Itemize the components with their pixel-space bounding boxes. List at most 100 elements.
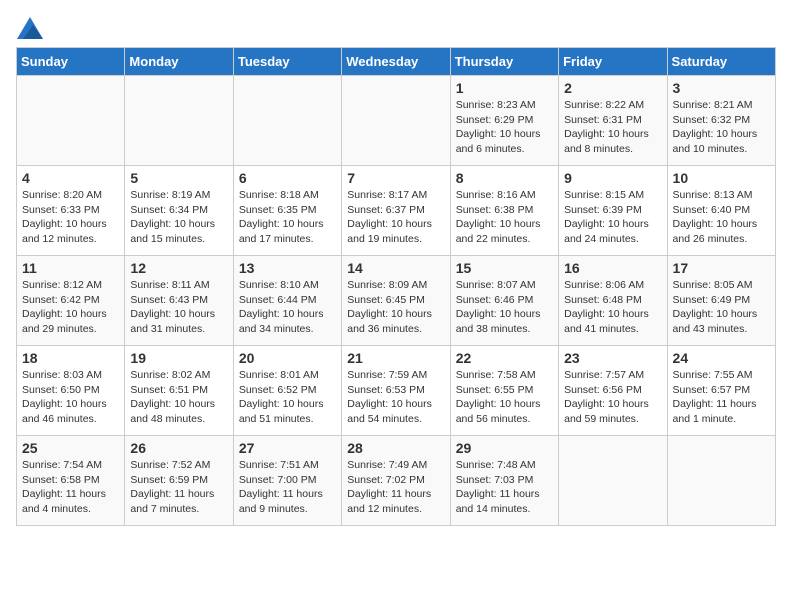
calendar-cell: 28Sunrise: 7:49 AM Sunset: 7:02 PM Dayli… bbox=[342, 436, 450, 526]
day-info: Sunrise: 7:49 AM Sunset: 7:02 PM Dayligh… bbox=[347, 458, 444, 517]
calendar-table: SundayMondayTuesdayWednesdayThursdayFrid… bbox=[16, 47, 776, 526]
calendar-cell: 16 Sunrise: 8:06 AM Sunset: 6:48 PM Dayli… bbox=[559, 256, 667, 346]
calendar-cell: 26 Sunrise: 7:52 AM Sunset: 6:59 PM Dayli… bbox=[125, 436, 233, 526]
day-number: 7 bbox=[347, 170, 444, 186]
day-info: Sunrise: 8:19 AM Sunset: 6:34 PM Dayligh… bbox=[130, 188, 227, 247]
day-info: Sunrise: 8:21 AM Sunset: 6:32 PM Dayligh… bbox=[673, 98, 770, 157]
calendar-body: 1 Sunrise: 8:23 AM Sunset: 6:29 PM Daylig… bbox=[17, 76, 776, 526]
calendar-cell: 13 Sunrise: 8:10 AM Sunset: 6:44 PM Dayli… bbox=[233, 256, 341, 346]
calendar-header-row: SundayMondayTuesdayWednesdayThursdayFrid… bbox=[17, 48, 776, 76]
day-number: 26 bbox=[130, 440, 227, 456]
day-info: Sunrise: 7:54 AM Sunset: 6:58 PM Dayligh… bbox=[22, 458, 119, 517]
day-info: Sunrise: 8:16 AM Sunset: 6:38 PM Dayligh… bbox=[456, 188, 553, 247]
header-day-sunday: Sunday bbox=[17, 48, 125, 76]
day-number: 29 bbox=[456, 440, 553, 456]
day-info: Sunrise: 7:58 AM Sunset: 6:55 PM Dayligh… bbox=[456, 368, 553, 427]
calendar-cell: 7 Sunrise: 8:17 AM Sunset: 6:37 PM Daylig… bbox=[342, 166, 450, 256]
day-number: 5 bbox=[130, 170, 227, 186]
day-info: Sunrise: 7:55 AM Sunset: 6:57 PM Dayligh… bbox=[673, 368, 770, 427]
calendar-cell: 17 Sunrise: 8:05 AM Sunset: 6:49 PM Dayli… bbox=[667, 256, 775, 346]
day-number: 22 bbox=[456, 350, 553, 366]
week-row-1: 1 Sunrise: 8:23 AM Sunset: 6:29 PM Daylig… bbox=[17, 76, 776, 166]
calendar-cell: 24Sunrise: 7:55 AM Sunset: 6:57 PM Dayli… bbox=[667, 346, 775, 436]
calendar-cell: 10 Sunrise: 8:13 AM Sunset: 6:40 PM Dayli… bbox=[667, 166, 775, 256]
day-info: Sunrise: 8:09 AM Sunset: 6:45 PM Dayligh… bbox=[347, 278, 444, 337]
day-number: 21 bbox=[347, 350, 444, 366]
calendar-cell: 19 Sunrise: 8:02 AM Sunset: 6:51 PM Dayli… bbox=[125, 346, 233, 436]
day-info: Sunrise: 8:17 AM Sunset: 6:37 PM Dayligh… bbox=[347, 188, 444, 247]
day-info: Sunrise: 8:10 AM Sunset: 6:44 PM Dayligh… bbox=[239, 278, 336, 337]
day-info: Sunrise: 8:22 AM Sunset: 6:31 PM Dayligh… bbox=[564, 98, 661, 157]
day-number: 2 bbox=[564, 80, 661, 96]
day-number: 19 bbox=[130, 350, 227, 366]
calendar-cell: 21 Sunrise: 7:59 AM Sunset: 6:53 PM Dayli… bbox=[342, 346, 450, 436]
day-number: 16 bbox=[564, 260, 661, 276]
day-info: Sunrise: 8:11 AM Sunset: 6:43 PM Dayligh… bbox=[130, 278, 227, 337]
day-number: 10 bbox=[673, 170, 770, 186]
header-day-monday: Monday bbox=[125, 48, 233, 76]
day-number: 20 bbox=[239, 350, 336, 366]
calendar-cell: 25Sunrise: 7:54 AM Sunset: 6:58 PM Dayli… bbox=[17, 436, 125, 526]
calendar-cell: 12 Sunrise: 8:11 AM Sunset: 6:43 PM Dayli… bbox=[125, 256, 233, 346]
page-header bbox=[16, 16, 776, 39]
calendar-cell: 2 Sunrise: 8:22 AM Sunset: 6:31 PM Daylig… bbox=[559, 76, 667, 166]
week-row-5: 25Sunrise: 7:54 AM Sunset: 6:58 PM Dayli… bbox=[17, 436, 776, 526]
day-info: Sunrise: 7:48 AM Sunset: 7:03 PM Dayligh… bbox=[456, 458, 553, 517]
calendar-cell: 9 Sunrise: 8:15 AM Sunset: 6:39 PM Daylig… bbox=[559, 166, 667, 256]
day-info: Sunrise: 8:02 AM Sunset: 6:51 PM Dayligh… bbox=[130, 368, 227, 427]
day-info: Sunrise: 7:59 AM Sunset: 6:53 PM Dayligh… bbox=[347, 368, 444, 427]
calendar-cell: 29 Sunrise: 7:48 AM Sunset: 7:03 PM Dayli… bbox=[450, 436, 558, 526]
week-row-2: 4 Sunrise: 8:20 AM Sunset: 6:33 PM Daylig… bbox=[17, 166, 776, 256]
day-number: 17 bbox=[673, 260, 770, 276]
calendar-cell: 27Sunrise: 7:51 AM Sunset: 7:00 PM Dayli… bbox=[233, 436, 341, 526]
header-day-friday: Friday bbox=[559, 48, 667, 76]
calendar-cell bbox=[559, 436, 667, 526]
header-day-tuesday: Tuesday bbox=[233, 48, 341, 76]
day-number: 3 bbox=[673, 80, 770, 96]
day-number: 13 bbox=[239, 260, 336, 276]
day-info: Sunrise: 8:07 AM Sunset: 6:46 PM Dayligh… bbox=[456, 278, 553, 337]
week-row-3: 11 Sunrise: 8:12 AM Sunset: 6:42 PM Dayli… bbox=[17, 256, 776, 346]
day-number: 27 bbox=[239, 440, 336, 456]
day-info: Sunrise: 8:18 AM Sunset: 6:35 PM Dayligh… bbox=[239, 188, 336, 247]
day-number: 4 bbox=[22, 170, 119, 186]
calendar-cell: 15Sunrise: 8:07 AM Sunset: 6:46 PM Dayli… bbox=[450, 256, 558, 346]
day-info: Sunrise: 8:23 AM Sunset: 6:29 PM Dayligh… bbox=[456, 98, 553, 157]
calendar-cell: 8 Sunrise: 8:16 AM Sunset: 6:38 PM Daylig… bbox=[450, 166, 558, 256]
week-row-4: 18 Sunrise: 8:03 AM Sunset: 6:50 PM Dayli… bbox=[17, 346, 776, 436]
day-number: 14 bbox=[347, 260, 444, 276]
day-info: Sunrise: 8:13 AM Sunset: 6:40 PM Dayligh… bbox=[673, 188, 770, 247]
calendar-cell bbox=[342, 76, 450, 166]
day-info: Sunrise: 7:57 AM Sunset: 6:56 PM Dayligh… bbox=[564, 368, 661, 427]
day-info: Sunrise: 8:15 AM Sunset: 6:39 PM Dayligh… bbox=[564, 188, 661, 247]
calendar-cell bbox=[17, 76, 125, 166]
day-number: 8 bbox=[456, 170, 553, 186]
calendar-cell bbox=[125, 76, 233, 166]
calendar-cell: 20Sunrise: 8:01 AM Sunset: 6:52 PM Dayli… bbox=[233, 346, 341, 436]
header-day-saturday: Saturday bbox=[667, 48, 775, 76]
day-number: 18 bbox=[22, 350, 119, 366]
day-info: Sunrise: 8:12 AM Sunset: 6:42 PM Dayligh… bbox=[22, 278, 119, 337]
day-number: 12 bbox=[130, 260, 227, 276]
header-day-thursday: Thursday bbox=[450, 48, 558, 76]
day-number: 23 bbox=[564, 350, 661, 366]
day-number: 9 bbox=[564, 170, 661, 186]
calendar-cell: 4 Sunrise: 8:20 AM Sunset: 6:33 PM Daylig… bbox=[17, 166, 125, 256]
day-info: Sunrise: 8:03 AM Sunset: 6:50 PM Dayligh… bbox=[22, 368, 119, 427]
logo bbox=[16, 16, 43, 39]
calendar-cell: 3 Sunrise: 8:21 AM Sunset: 6:32 PM Daylig… bbox=[667, 76, 775, 166]
calendar-cell: 23 Sunrise: 7:57 AM Sunset: 6:56 PM Dayli… bbox=[559, 346, 667, 436]
calendar-cell: 11 Sunrise: 8:12 AM Sunset: 6:42 PM Dayli… bbox=[17, 256, 125, 346]
day-number: 11 bbox=[22, 260, 119, 276]
calendar-cell: 14 Sunrise: 8:09 AM Sunset: 6:45 PM Dayli… bbox=[342, 256, 450, 346]
day-info: Sunrise: 7:52 AM Sunset: 6:59 PM Dayligh… bbox=[130, 458, 227, 517]
header-day-wednesday: Wednesday bbox=[342, 48, 450, 76]
day-info: Sunrise: 8:06 AM Sunset: 6:48 PM Dayligh… bbox=[564, 278, 661, 337]
day-number: 1 bbox=[456, 80, 553, 96]
day-number: 6 bbox=[239, 170, 336, 186]
day-info: Sunrise: 8:05 AM Sunset: 6:49 PM Dayligh… bbox=[673, 278, 770, 337]
day-info: Sunrise: 8:20 AM Sunset: 6:33 PM Dayligh… bbox=[22, 188, 119, 247]
calendar-cell: 22 Sunrise: 7:58 AM Sunset: 6:55 PM Dayli… bbox=[450, 346, 558, 436]
calendar-cell bbox=[233, 76, 341, 166]
calendar-cell: 1 Sunrise: 8:23 AM Sunset: 6:29 PM Daylig… bbox=[450, 76, 558, 166]
